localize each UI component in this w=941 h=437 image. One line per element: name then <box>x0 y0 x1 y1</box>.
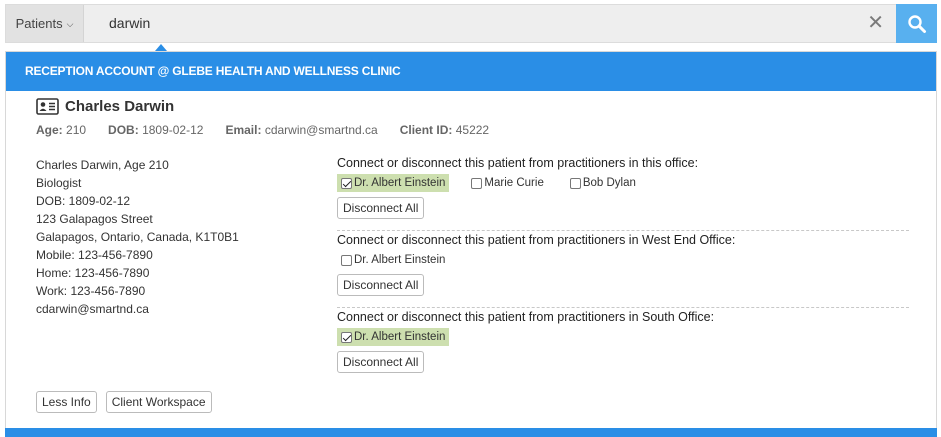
office-title: Connect or disconnect this patient from … <box>337 310 715 324</box>
disconnect-all-button[interactable]: Disconnect All <box>337 351 425 373</box>
detail-line: Mobile: 123-456-7890 <box>36 248 153 262</box>
patient-client-id: Client ID: 45222 <box>399 123 490 137</box>
panel-footer-bar <box>5 428 937 437</box>
checkbox-icon[interactable] <box>471 177 483 189</box>
detail-line: cdarwin@smartnd.ca <box>36 302 149 316</box>
practitioner-toggle-dylan[interactable]: Bob Dylan <box>566 174 640 192</box>
patient-age: Age: 210 <box>36 123 87 137</box>
less-info-button[interactable]: Less Info <box>36 391 97 413</box>
patient-email: Email: cdarwin@smartnd.ca <box>225 123 378 137</box>
office-divider <box>337 230 909 231</box>
client-workspace-button[interactable]: Client Workspace <box>105 391 212 413</box>
practitioner-toggle-einstein[interactable]: Dr. Albert Einstein <box>337 174 450 192</box>
detail-line: Galapagos, Ontario, Canada, K1T0B1 <box>36 230 239 244</box>
checkbox-icon[interactable] <box>341 177 352 189</box>
disconnect-all-button[interactable]: Disconnect All <box>337 274 425 296</box>
checkbox-icon[interactable] <box>341 254 352 266</box>
detail-line: Biologist <box>36 176 82 190</box>
checkbox-icon[interactable] <box>341 331 352 343</box>
detail-line: 123 Galapagos Street <box>36 212 153 226</box>
practitioner-toggle-einstein[interactable]: Dr. Albert Einstein <box>337 328 450 346</box>
disconnect-all-button[interactable]: Disconnect All <box>337 197 425 219</box>
practitioner-list: Dr. Albert Einstein <box>337 328 909 346</box>
checkbox-icon[interactable] <box>569 177 581 189</box>
search-icon <box>907 14 926 33</box>
panel-actions: Less Info Client Workspace <box>36 391 212 413</box>
office-connect-south: Connect or disconnect this patient from … <box>337 310 909 373</box>
search-scope-label: Patients <box>15 16 63 31</box>
office-connect-west-end: Connect or disconnect this patient from … <box>337 233 909 296</box>
office-title: Connect or disconnect this patient from … <box>337 233 736 247</box>
practitioner-toggle-einstein[interactable]: Dr. Albert Einstein <box>337 251 449 269</box>
search-bar: Patients ⌵ darwin ✕ <box>5 4 937 43</box>
detail-line: DOB: 1809-02-12 <box>36 194 131 208</box>
detail-line: Charles Darwin, Age 210 <box>36 158 169 172</box>
patient-details: Charles Darwin, Age 210 Biologist DOB: 1… <box>36 156 239 318</box>
chevron-down-icon: ⌵ <box>66 19 74 29</box>
close-icon[interactable]: ✕ <box>867 5 884 42</box>
detail-line: Work: 123-456-7890 <box>36 284 146 298</box>
patient-name: Charles Darwin <box>65 98 175 115</box>
patient-summary: Age: 210 DOB: 1809-02-12 Email: cdarwin@… <box>36 123 489 137</box>
practitioner-toggle-curie[interactable]: Marie Curie <box>467 174 547 192</box>
search-input[interactable]: darwin <box>109 5 150 42</box>
contact-card-icon <box>36 98 59 115</box>
practitioner-list: Dr. Albert Einstein <box>337 251 909 269</box>
panel-header: RECEPTION ACCOUNT @ GLEBE HEALTH AND WEL… <box>6 52 936 91</box>
detail-line: Home: 123-456-7890 <box>36 266 150 280</box>
search-button[interactable] <box>896 4 937 43</box>
office-title: Connect or disconnect this patient from … <box>337 156 699 170</box>
office-connect-this-office: Connect or disconnect this patient from … <box>337 156 909 219</box>
patient-dob: DOB: 1809-02-12 <box>108 123 204 137</box>
search-scope-dropdown[interactable]: Patients ⌵ <box>6 5 84 42</box>
patient-result-panel: RECEPTION ACCOUNT @ GLEBE HEALTH AND WEL… <box>5 51 937 437</box>
practitioner-list: Dr. Albert Einstein Marie Curie Bob Dyla… <box>337 174 909 192</box>
patient-name-row: Charles Darwin <box>36 98 174 115</box>
dropdown-caret <box>155 44 167 51</box>
office-divider <box>337 307 909 308</box>
